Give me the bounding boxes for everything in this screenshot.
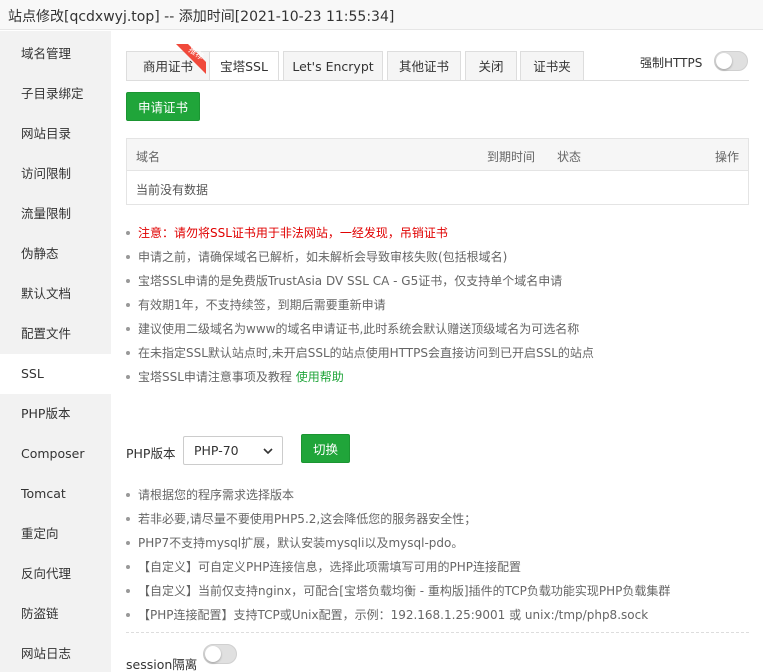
- session-isolation-toggle[interactable]: [203, 644, 237, 664]
- sidebar-item-php[interactable]: PHP版本: [0, 394, 111, 434]
- cert-table-header: 域名 到期时间 状态 操作: [127, 139, 748, 171]
- list-item: 宝塔SSL申请的是免费版TrustAsia DV SSL CA - G5证书，仅…: [126, 272, 562, 289]
- sidebar-item-composer[interactable]: Composer: [0, 434, 111, 474]
- list-item: 【自定义】当前仅支持nginx，可配合[宝塔负载均衡 - 重构版]插件的TCP负…: [126, 582, 670, 599]
- window-title: 站点修改[qcdxwyj.top] -- 添加时间[2021-10-23 11:…: [8, 9, 395, 25]
- force-https-toggle[interactable]: [714, 51, 748, 71]
- session-isolation-label: session隔离: [126, 657, 198, 672]
- php-version-label: PHP版本: [126, 446, 176, 461]
- sidebar-item-subdir[interactable]: 子目录绑定: [0, 74, 111, 114]
- sidebar-item-ssl[interactable]: SSL: [0, 354, 111, 394]
- col-status: 状态: [557, 150, 582, 164]
- tab-other-cert[interactable]: 其他证书: [387, 51, 461, 81]
- apply-cert-button[interactable]: 申请证书: [126, 92, 201, 121]
- col-expire: 到期时间: [487, 150, 536, 164]
- php-switch-button[interactable]: 切换: [301, 434, 351, 463]
- help-link[interactable]: 使用帮助: [296, 370, 344, 384]
- cert-table: 域名 到期时间 状态 操作 当前没有数据: [126, 138, 749, 205]
- sidebar-item-default-doc[interactable]: 默认文档: [0, 274, 111, 314]
- list-item: 有效期1年，不支持续签，到期后需要重新申请: [126, 296, 386, 313]
- tab-divider: [126, 80, 749, 81]
- sidebar-item-proxy[interactable]: 反向代理: [0, 554, 111, 594]
- sidebar-item-redirect[interactable]: 重定向: [0, 514, 111, 554]
- sidebar-item-config[interactable]: 配置文件: [0, 314, 111, 354]
- col-domain: 域名: [136, 150, 161, 164]
- list-item: 建议使用二级域名为www的域名申请证书,此时系统会默认赠送顶级域名为可选名称: [126, 320, 579, 337]
- list-item: 宝塔SSL申请注意事项及教程 使用帮助: [126, 368, 344, 385]
- list-item: 请根据您的程序需求选择版本: [126, 486, 294, 503]
- force-https-label: 强制HTTPS: [640, 56, 703, 70]
- list-item: 申请之前，请确保域名已解析，如未解析会导致审核失败(包括根域名): [126, 248, 507, 265]
- sidebar: 域名管理 子目录绑定 网站目录 访问限制 流量限制 伪静态 默认文档 配置文件 …: [0, 31, 111, 672]
- list-item: 【PHP连接配置】支持TCP或Unix配置，示例：192.168.1.25:90…: [126, 606, 648, 623]
- list-item: PHP7不支持mysql扩展，默认安装mysqli以及mysql-pdo。: [126, 534, 463, 551]
- list-item: 【自定义】可自定义PHP连接信息，选择此项需填写可用的PHP连接配置: [126, 558, 521, 575]
- sidebar-item-site-dir[interactable]: 网站目录: [0, 114, 111, 154]
- chevron-down-icon: [263, 448, 273, 455]
- sidebar-item-domain[interactable]: 域名管理: [0, 34, 111, 74]
- section-divider: [126, 632, 749, 633]
- note-warning: 注意：请勿将SSL证书用于非法网站，一经发现，吊销证书: [126, 224, 448, 241]
- sidebar-item-logs[interactable]: 网站日志: [0, 634, 111, 672]
- sidebar-item-traffic[interactable]: 流量限制: [0, 194, 111, 234]
- tab-bt-ssl[interactable]: 宝塔SSL: [209, 51, 279, 81]
- toggle-knob: [716, 53, 732, 69]
- list-item: 若非必要,请尽量不要使用PHP5.2,这会降低您的服务器安全性；: [126, 510, 476, 527]
- sidebar-item-access-limit[interactable]: 访问限制: [0, 154, 111, 194]
- sidebar-item-tomcat[interactable]: Tomcat: [0, 474, 111, 514]
- tab-close[interactable]: 关闭: [465, 51, 517, 81]
- sidebar-item-rewrite[interactable]: 伪静态: [0, 234, 111, 274]
- toggle-knob: [205, 646, 221, 662]
- col-action: 操作: [715, 150, 740, 164]
- window-titlebar: 站点修改[qcdxwyj.top] -- 添加时间[2021-10-23 11:…: [0, 0, 763, 30]
- tab-cert-folder[interactable]: 证书夹: [520, 51, 584, 81]
- cert-table-empty: 当前没有数据: [136, 183, 209, 197]
- php-version-value: PHP-70: [194, 443, 239, 458]
- php-version-select[interactable]: PHP-70: [183, 436, 283, 465]
- sidebar-item-hotlink[interactable]: 防盗链: [0, 594, 111, 634]
- tab-lets-encrypt[interactable]: Let's Encrypt: [283, 51, 383, 81]
- list-item: 在未指定SSL默认站点时,未开启SSL的站点使用HTTPS会直接访问到已开启SS…: [126, 344, 594, 361]
